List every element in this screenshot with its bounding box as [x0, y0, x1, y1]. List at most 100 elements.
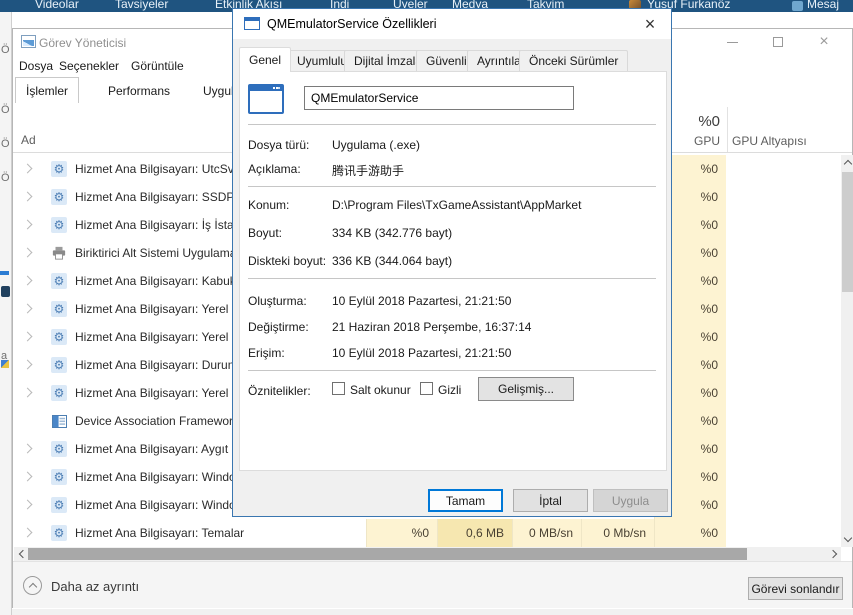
memory-usage-cell: 0,6 MB [437, 519, 512, 547]
nav-item-videos[interactable]: Videolar [35, 0, 79, 11]
field-value: 21 Haziran 2018 Perşembe, 16:37:14 [332, 320, 532, 334]
minimize-icon [726, 41, 738, 43]
column-divider[interactable] [727, 107, 728, 152]
clipped-file-icon [1, 360, 9, 368]
column-header-gpu-engine[interactable]: GPU Altyapısı [732, 134, 807, 148]
expand-chevron-icon[interactable] [22, 191, 33, 202]
field-value: 10 Eylül 2018 Pazartesi, 21:21:50 [332, 294, 512, 308]
dialog-tab-strip: Genel Uyumluluk Dijital İmzalar Güvenlik… [233, 47, 671, 72]
printer-icon [51, 245, 67, 261]
expand-chevron-icon[interactable] [22, 275, 33, 286]
scroll-up-button[interactable] [841, 155, 853, 170]
scroll-down-button[interactable] [841, 532, 853, 547]
expand-chevron-icon[interactable] [22, 359, 33, 370]
menu-view[interactable]: Görüntüle [131, 59, 184, 73]
tab-processes[interactable]: İşlemler [15, 77, 80, 103]
fewer-details-label[interactable]: Daha az ayrıntı [51, 579, 139, 594]
process-name: Hizmet Ana Bilgisayarı: Durum ... [75, 358, 252, 372]
chevron-down-icon [843, 533, 852, 543]
expand-chevron-icon[interactable] [22, 387, 33, 398]
expand-chevron-icon[interactable] [22, 527, 33, 538]
network-usage-cell: 0 Mb/sn [581, 519, 654, 547]
service-gear-icon: ⚙ [51, 217, 67, 233]
device-framework-icon [51, 413, 67, 429]
cancel-button[interactable]: İptal [513, 489, 588, 512]
field-value: 10 Eylül 2018 Pazartesi, 21:21:50 [332, 346, 512, 360]
nav-item-message[interactable]: Mesaj [807, 0, 839, 11]
expand-chevron-icon[interactable] [22, 499, 33, 510]
scroll-left-button[interactable] [14, 547, 28, 561]
process-name: Hizmet Ana Bilgisayarı: Aygıt İliş... [75, 442, 257, 456]
task-manager-icon [21, 35, 36, 48]
message-icon[interactable] [792, 1, 803, 11]
service-gear-icon: ⚙ [51, 469, 67, 485]
background-window-edge: Ö Ö Ö Ö a [0, 12, 12, 615]
expand-chevron-icon[interactable] [22, 303, 33, 314]
field-value: 336 KB (344.064 bayt) [332, 254, 453, 268]
dialog-title-bar[interactable]: QMEmulatorService Özellikleri × [233, 9, 671, 39]
minimize-button[interactable] [710, 29, 754, 55]
screen: Videolar Tavsiyeler Etkinlik Akışı İndi … [0, 0, 853, 615]
apply-button[interactable]: Uygula [593, 489, 668, 512]
general-tab-panel: Dosya türü: Uygulama (.exe) Açıklama: 腾讯… [239, 71, 667, 471]
process-name: Hizmet Ana Bilgisayarı: Temalar [75, 526, 245, 540]
process-name: Hizmet Ana Bilgisayarı: SSDP ... [75, 190, 248, 204]
expand-chevron-icon[interactable] [22, 331, 33, 342]
tab-previous-versions[interactable]: Önceki Sürümler [519, 50, 629, 71]
advanced-button[interactable]: Gelişmiş... [478, 377, 574, 401]
hidden-checkbox[interactable] [420, 382, 433, 395]
chevron-up-icon [28, 582, 37, 592]
expand-chevron-icon[interactable] [22, 219, 33, 230]
clipped-text: Ö [1, 172, 10, 184]
service-gear-icon: ⚙ [51, 161, 67, 177]
horizontal-scroll-thumb[interactable] [28, 548, 747, 560]
field-value: 334 KB (342.776 bayt) [332, 226, 453, 240]
service-gear-icon: ⚙ [51, 497, 67, 513]
fewer-details-toggle[interactable] [23, 576, 42, 595]
service-gear-icon: ⚙ [51, 301, 67, 317]
field-label: Dosya türü: [248, 138, 310, 152]
application-icon [244, 17, 260, 30]
process-name: Hizmet Ana Bilgisayarı: Window... [75, 470, 254, 484]
nav-item-tips[interactable]: Tavsiyeler [115, 0, 168, 11]
desktop-background [12, 609, 853, 615]
expand-chevron-icon[interactable] [22, 163, 33, 174]
divider [248, 370, 656, 371]
exe-file-icon [248, 84, 284, 114]
divider [248, 186, 656, 187]
expand-chevron-icon[interactable] [22, 247, 33, 258]
file-name-input[interactable] [304, 86, 574, 110]
vertical-scroll-thumb[interactable] [842, 172, 853, 292]
readonly-checkbox[interactable] [332, 382, 345, 395]
dialog-close-button[interactable]: × [637, 11, 663, 37]
service-gear-icon: ⚙ [51, 329, 67, 345]
field-label: Konum: [248, 198, 290, 212]
service-gear-icon: ⚙ [51, 189, 67, 205]
vertical-scrollbar[interactable] [841, 155, 853, 547]
clipped-text: Ö [1, 44, 10, 56]
readonly-label[interactable]: Salt okunur [350, 383, 411, 397]
menu-options[interactable]: Seçenekler [59, 59, 119, 73]
horizontal-scrollbar[interactable] [14, 547, 841, 561]
ok-button[interactable]: Tamam [428, 489, 503, 512]
tab-performance[interactable]: Performans [98, 79, 181, 103]
field-label: Erişim: [248, 346, 285, 360]
maximize-button[interactable] [756, 29, 800, 55]
service-gear-icon: ⚙ [51, 441, 67, 457]
close-button[interactable]: × [802, 29, 846, 55]
maximize-icon [773, 37, 783, 47]
column-header-name[interactable]: Ad [21, 133, 36, 147]
service-gear-icon: ⚙ [51, 525, 67, 541]
field-value: Uygulama (.exe) [332, 138, 421, 152]
menu-file[interactable]: Dosya [19, 59, 53, 73]
expand-chevron-icon[interactable] [22, 471, 33, 482]
window-title: Görev Yöneticisi [39, 36, 127, 50]
end-task-button[interactable]: Görevi sonlandır [748, 577, 843, 600]
expand-chevron-icon[interactable] [22, 443, 33, 454]
dialog-title: QMEmulatorService Özellikleri [267, 17, 437, 31]
hidden-label[interactable]: Gizli [438, 383, 461, 397]
table-row[interactable]: ⚙ Hizmet Ana Bilgisayarı: Temalar %0 0,6… [13, 519, 841, 547]
service-gear-icon: ⚙ [51, 357, 67, 373]
tab-general[interactable]: Genel [239, 47, 292, 72]
scroll-right-button[interactable] [827, 547, 841, 561]
